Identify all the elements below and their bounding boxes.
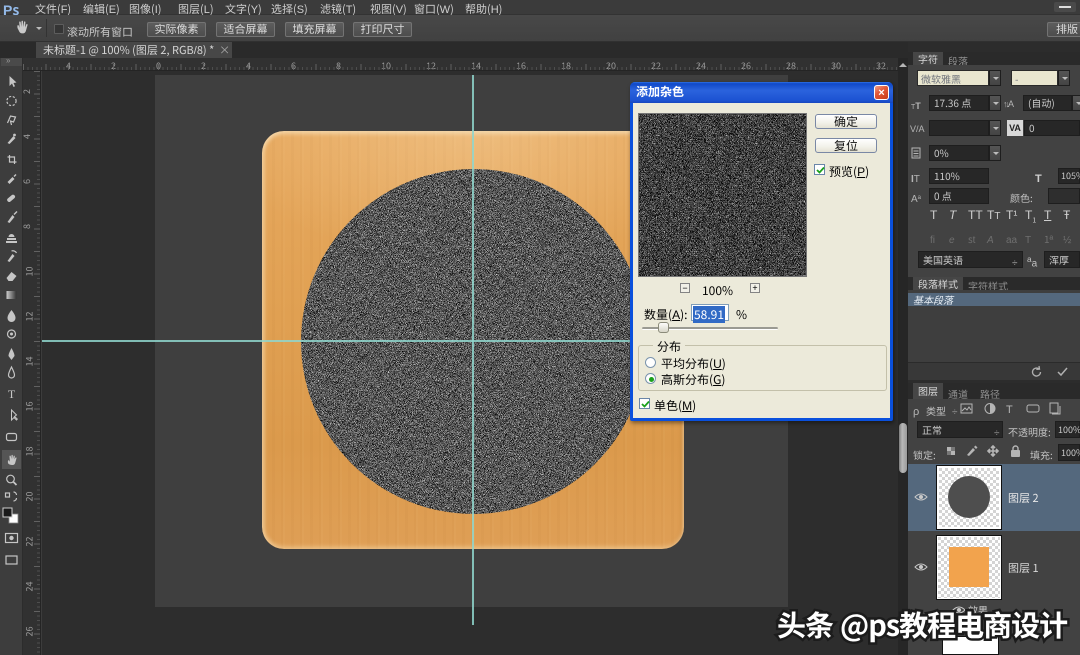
svg-text:T: T (1006, 404, 1013, 415)
svg-text:T: T (8, 387, 16, 401)
